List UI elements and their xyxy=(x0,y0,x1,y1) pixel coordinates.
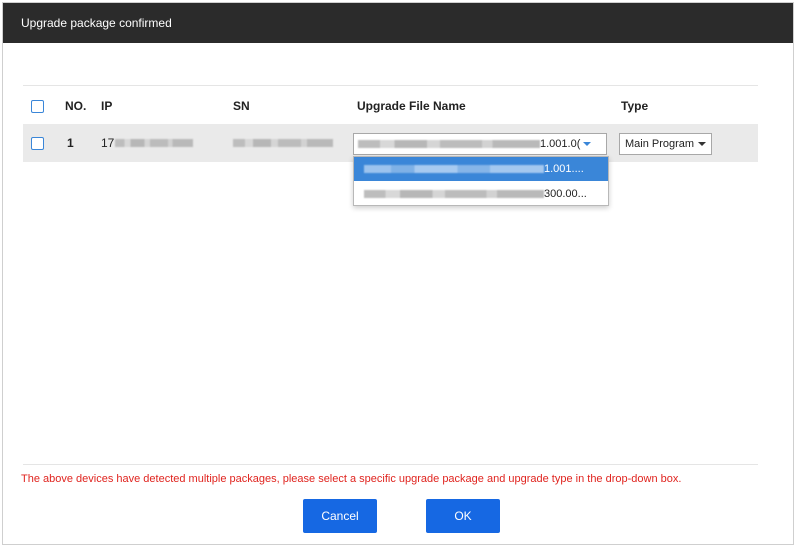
row-checkbox-cell xyxy=(31,124,44,162)
col-upgrade-file-name: Upgrade File Name xyxy=(357,99,466,113)
row-ip-prefix: 17 xyxy=(101,136,115,150)
select-all-cell xyxy=(31,89,44,123)
col-type: Type xyxy=(621,99,649,113)
option-1-suffix: 1.001.... xyxy=(544,163,584,175)
row-ip-redacted xyxy=(115,139,194,147)
dialog-titlebar: Upgrade package confirmed xyxy=(3,3,793,43)
dialog-title: Upgrade package confirmed xyxy=(21,16,172,30)
option-1-redacted xyxy=(364,165,544,173)
row-ip: 17 xyxy=(101,124,194,162)
option-2-redacted xyxy=(364,190,544,198)
upgrade-dialog: Upgrade package confirmed NO. IP SN Upgr… xyxy=(2,2,794,545)
dropdown-option-2[interactable]: 300.00... xyxy=(354,182,608,206)
footer-divider xyxy=(23,464,758,465)
col-no: NO. xyxy=(65,99,87,113)
upgrade-file-dropdown: 1.001.... 300.00... xyxy=(353,156,609,206)
cancel-button[interactable]: Cancel xyxy=(303,499,377,533)
ok-button[interactable]: OK xyxy=(426,499,500,533)
select-all-checkbox[interactable] xyxy=(31,99,44,113)
col-sn: SN xyxy=(233,99,250,113)
option-2-suffix: 300.00... xyxy=(544,188,587,200)
dropdown-option-1[interactable]: 1.001.... xyxy=(354,157,608,181)
type-select[interactable]: Main Program xyxy=(619,133,712,155)
table-divider xyxy=(23,85,758,86)
col-ip: IP xyxy=(101,99,113,113)
table-header: NO. IP SN Upgrade File Name Type xyxy=(23,89,758,123)
file-name-redacted xyxy=(358,140,540,148)
upgrade-file-select[interactable]: 1.001.0( xyxy=(353,133,607,155)
warning-message: The above devices have detected multiple… xyxy=(21,473,682,485)
chevron-down-icon xyxy=(583,142,592,146)
row-checkbox[interactable] xyxy=(31,136,44,150)
row-sn xyxy=(233,124,333,162)
type-select-value: Main Program xyxy=(625,138,695,150)
file-name-suffix: 1.001.0( xyxy=(540,138,581,150)
row-sn-redacted xyxy=(233,139,333,147)
row-no: 1 xyxy=(67,136,74,150)
chevron-down-icon xyxy=(698,142,707,146)
